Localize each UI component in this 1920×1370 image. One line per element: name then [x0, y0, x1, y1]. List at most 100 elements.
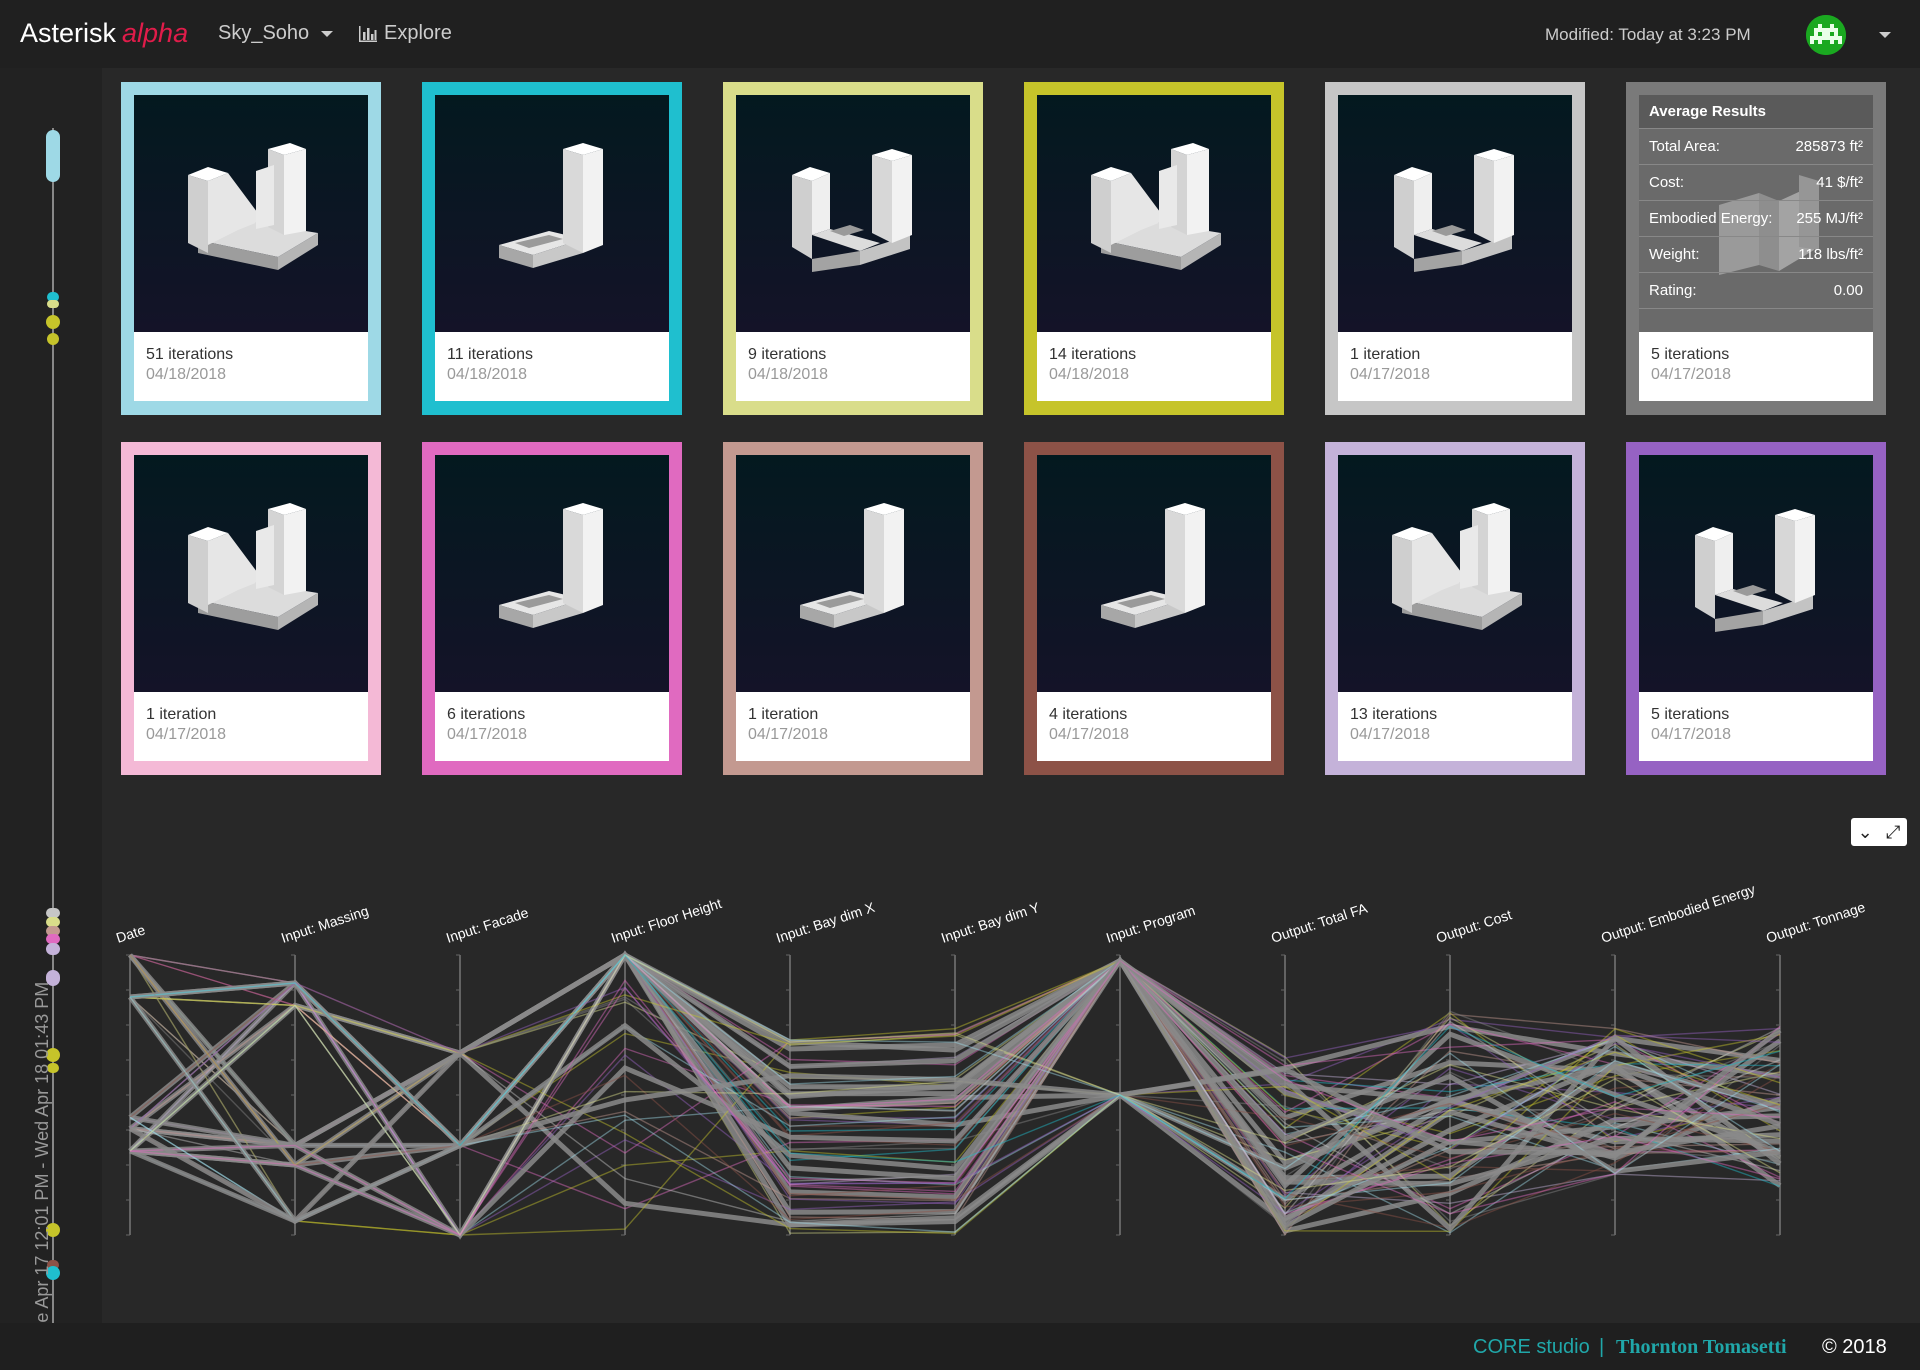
- axis-label: Output: Embodied Energy: [1599, 881, 1757, 946]
- massing-model-icon: [792, 149, 912, 272]
- avg-row-rating: Rating: 0.00: [1639, 273, 1873, 309]
- avg-row-cost: Cost: 41 $/ft²: [1639, 165, 1873, 201]
- massing-model-icon: [499, 143, 603, 268]
- design-thumbnail[interactable]: [1037, 95, 1271, 332]
- design-card[interactable]: 51 iterations 04/18/2018: [121, 82, 381, 415]
- footer-separator: |: [1599, 1336, 1605, 1358]
- massing-model-icon: [188, 143, 318, 270]
- design-card[interactable]: 1 iteration 04/17/2018: [723, 442, 983, 775]
- timeline-dot[interactable]: [47, 300, 59, 308]
- massing-model-icon: [1394, 149, 1514, 272]
- massing-model-icon: [800, 503, 904, 628]
- iteration-count: 6 iterations: [447, 706, 526, 723]
- parallel-coordinates-chart[interactable]: Date Input: Massing Input: Facade Input: Fl…: [102, 860, 1920, 1260]
- card-footer: 4 iterations 04/17/2018: [1037, 692, 1271, 761]
- chevron-down-icon: [321, 30, 334, 37]
- fullscreen-icon[interactable]: ⤢: [1886, 823, 1900, 841]
- design-card[interactable]: 14 iterations 04/18/2018: [1024, 82, 1284, 415]
- axis-label: Output: Tonnage: [1764, 899, 1867, 946]
- iteration-count: 9 iterations: [748, 346, 827, 363]
- app-brand[interactable]: Asterisk alpha: [20, 18, 188, 49]
- iteration-count: 1 iteration: [146, 706, 217, 723]
- card-footer: 1 iteration 04/17/2018: [134, 692, 368, 761]
- axis-label: Input: Floor Height: [609, 895, 724, 946]
- axis-label: Input: Facade: [444, 904, 531, 946]
- explore-link[interactable]: Explore: [358, 22, 452, 45]
- card-footer: 5 iterations 04/17/2018: [1639, 692, 1873, 761]
- avg-row-total-area: Total Area: 285873 ft²: [1639, 129, 1873, 165]
- design-thumbnail[interactable]: [435, 455, 669, 692]
- card-date: 04/18/2018: [447, 366, 528, 383]
- chart-toolbar: ⌄ ⤢: [1851, 818, 1907, 846]
- iteration-count: 11 iterations: [447, 346, 533, 363]
- timeline-dot[interactable]: [46, 315, 60, 329]
- design-thumbnail[interactable]: [134, 455, 368, 692]
- axis-label: Output: Total FA: [1269, 899, 1370, 945]
- timeline-dot[interactable]: [47, 333, 59, 345]
- collapse-chevron-icon[interactable]: ⌄: [1858, 823, 1873, 841]
- project-dropdown[interactable]: Sky_Soho: [218, 22, 334, 45]
- iteration-count: 51 iterations: [146, 346, 234, 363]
- axis-label: Output: Cost: [1434, 906, 1514, 946]
- thornton-tomasetti-link[interactable]: Thornton Tomasetti: [1616, 1336, 1787, 1359]
- design-card[interactable]: 1 iteration 04/17/2018: [121, 442, 381, 775]
- project-name: Sky_Soho: [218, 22, 310, 44]
- axis-label: Date: [114, 921, 147, 945]
- massing-model-icon: [1392, 503, 1522, 630]
- card-date: 04/17/2018: [1651, 366, 1732, 383]
- iteration-count: 5 iterations: [1651, 706, 1730, 723]
- axis-label: Input: Program: [1104, 902, 1197, 946]
- timeline-sidebar: Tue Apr 17 12:01 PM - Wed Apr 18 01:43 P…: [0, 68, 102, 1343]
- card-date: 04/18/2018: [1049, 366, 1130, 383]
- card-footer: 6 iterations 04/17/2018: [435, 692, 669, 761]
- design-card[interactable]: 11 iterations 04/18/2018: [422, 82, 682, 415]
- card-footer: 9 iterations 04/18/2018: [736, 332, 970, 401]
- card-date: 04/17/2018: [146, 726, 227, 743]
- card-footer: 51 iterations 04/18/2018: [134, 332, 368, 401]
- top-navbar: Asterisk alpha Sky_Soho Explore Modified:…: [0, 0, 1920, 68]
- copyright: © 2018: [1822, 1336, 1887, 1358]
- design-card[interactable]: 1 iteration 04/17/2018: [1325, 82, 1585, 415]
- avg-row-weight: Weight: 118 lbs/ft²: [1639, 237, 1873, 273]
- design-card[interactable]: 9 iterations 04/18/2018: [723, 82, 983, 415]
- iteration-count: 13 iterations: [1350, 706, 1438, 723]
- user-avatar[interactable]: [1806, 15, 1846, 55]
- design-thumbnail[interactable]: [1338, 95, 1572, 332]
- average-results-panel: Average Results Total Area: 285873 ft² Co…: [1639, 95, 1873, 332]
- design-card[interactable]: 5 iterations 04/17/2018: [1626, 442, 1886, 775]
- design-thumbnail[interactable]: [1639, 455, 1873, 692]
- card-date: 04/17/2018: [748, 726, 829, 743]
- core-studio-link[interactable]: CORE studio: [1473, 1336, 1590, 1359]
- card-footer: 5 iterations 04/17/2018: [1639, 332, 1873, 401]
- massing-model-icon: [1695, 509, 1815, 632]
- massing-model-icon: [1101, 503, 1205, 628]
- card-date: 04/18/2018: [146, 366, 227, 383]
- card-footer: 1 iteration 04/17/2018: [736, 692, 970, 761]
- design-card[interactable]: 4 iterations 04/17/2018: [1024, 442, 1284, 775]
- design-card[interactable]: 6 iterations 04/17/2018: [422, 442, 682, 775]
- brand-suffix: alpha: [122, 18, 189, 48]
- card-footer: 13 iterations 04/17/2018: [1338, 692, 1572, 761]
- iteration-count: 1 iteration: [748, 706, 819, 723]
- design-thumbnail[interactable]: [435, 95, 669, 332]
- footer: CORE studio | Thornton Tomasetti © 2018: [0, 1323, 1920, 1370]
- iteration-count: 4 iterations: [1049, 706, 1128, 723]
- timeline-dot[interactable]: [46, 943, 60, 955]
- card-date: 04/17/2018: [1350, 726, 1431, 743]
- design-thumbnail[interactable]: [134, 95, 368, 332]
- average-results-title: Average Results: [1639, 95, 1873, 129]
- brand-name: Asterisk: [20, 18, 117, 48]
- card-footer: 14 iterations 04/18/2018: [1037, 332, 1271, 401]
- card-date: 04/18/2018: [748, 366, 829, 383]
- design-thumbnail[interactable]: [1338, 455, 1572, 692]
- card-date: 04/17/2018: [447, 726, 528, 743]
- user-menu-chevron-icon[interactable]: [1879, 32, 1891, 38]
- design-thumbnail[interactable]: [1037, 455, 1271, 692]
- avg-row-embodied-energy: Embodied Energy: 255 MJ/ft²: [1639, 201, 1873, 237]
- design-card[interactable]: 13 iterations 04/17/2018: [1325, 442, 1585, 775]
- design-thumbnail[interactable]: [736, 455, 970, 692]
- timeline-range-handle-top[interactable]: [46, 130, 60, 182]
- design-thumbnail[interactable]: [736, 95, 970, 332]
- iteration-count: 14 iterations: [1049, 346, 1137, 363]
- pixel-avatar-icon: [1806, 15, 1846, 55]
